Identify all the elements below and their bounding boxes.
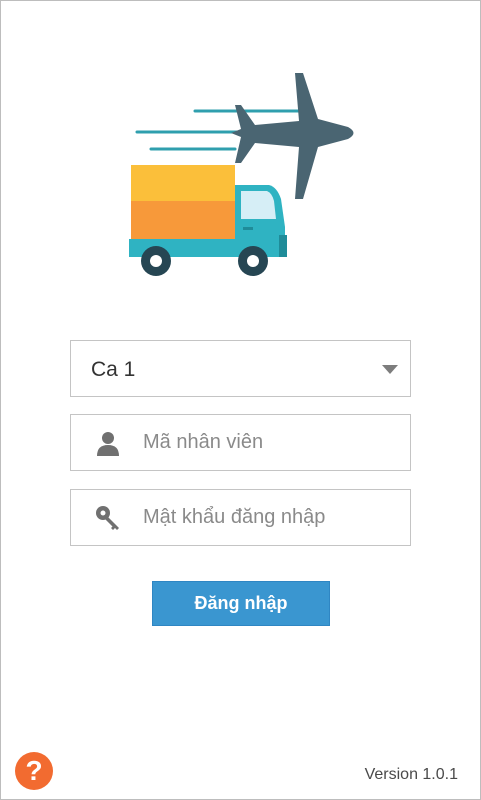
shift-select[interactable]: Ca 1 xyxy=(70,340,411,397)
truck-door-handle xyxy=(243,227,253,230)
login-button[interactable]: Đăng nhập xyxy=(152,581,330,626)
employee-id-field-container xyxy=(70,414,411,471)
key-icon xyxy=(96,506,119,530)
chevron-down-icon[interactable] xyxy=(382,365,398,374)
app-screen: Ca 1 Đăng nhập ? Version 1.0.1 xyxy=(0,0,481,800)
help-icon[interactable]: ? xyxy=(15,752,53,790)
password-field-container xyxy=(70,489,411,546)
truck-wheel-rear xyxy=(141,246,171,276)
version-label: Version 1.0.1 xyxy=(364,766,458,783)
cargo-box-top xyxy=(131,165,235,203)
shift-select-value: Ca 1 xyxy=(91,358,136,381)
truck-wheel-front xyxy=(238,246,268,276)
truck-bumper xyxy=(279,235,287,257)
cargo-box-bottom xyxy=(131,201,235,241)
truck-window xyxy=(241,191,276,219)
employee-id-input[interactable] xyxy=(143,421,398,464)
logistics-logo xyxy=(129,73,354,276)
user-icon xyxy=(97,432,119,456)
password-input[interactable] xyxy=(143,496,398,539)
airplane-icon xyxy=(231,73,354,199)
